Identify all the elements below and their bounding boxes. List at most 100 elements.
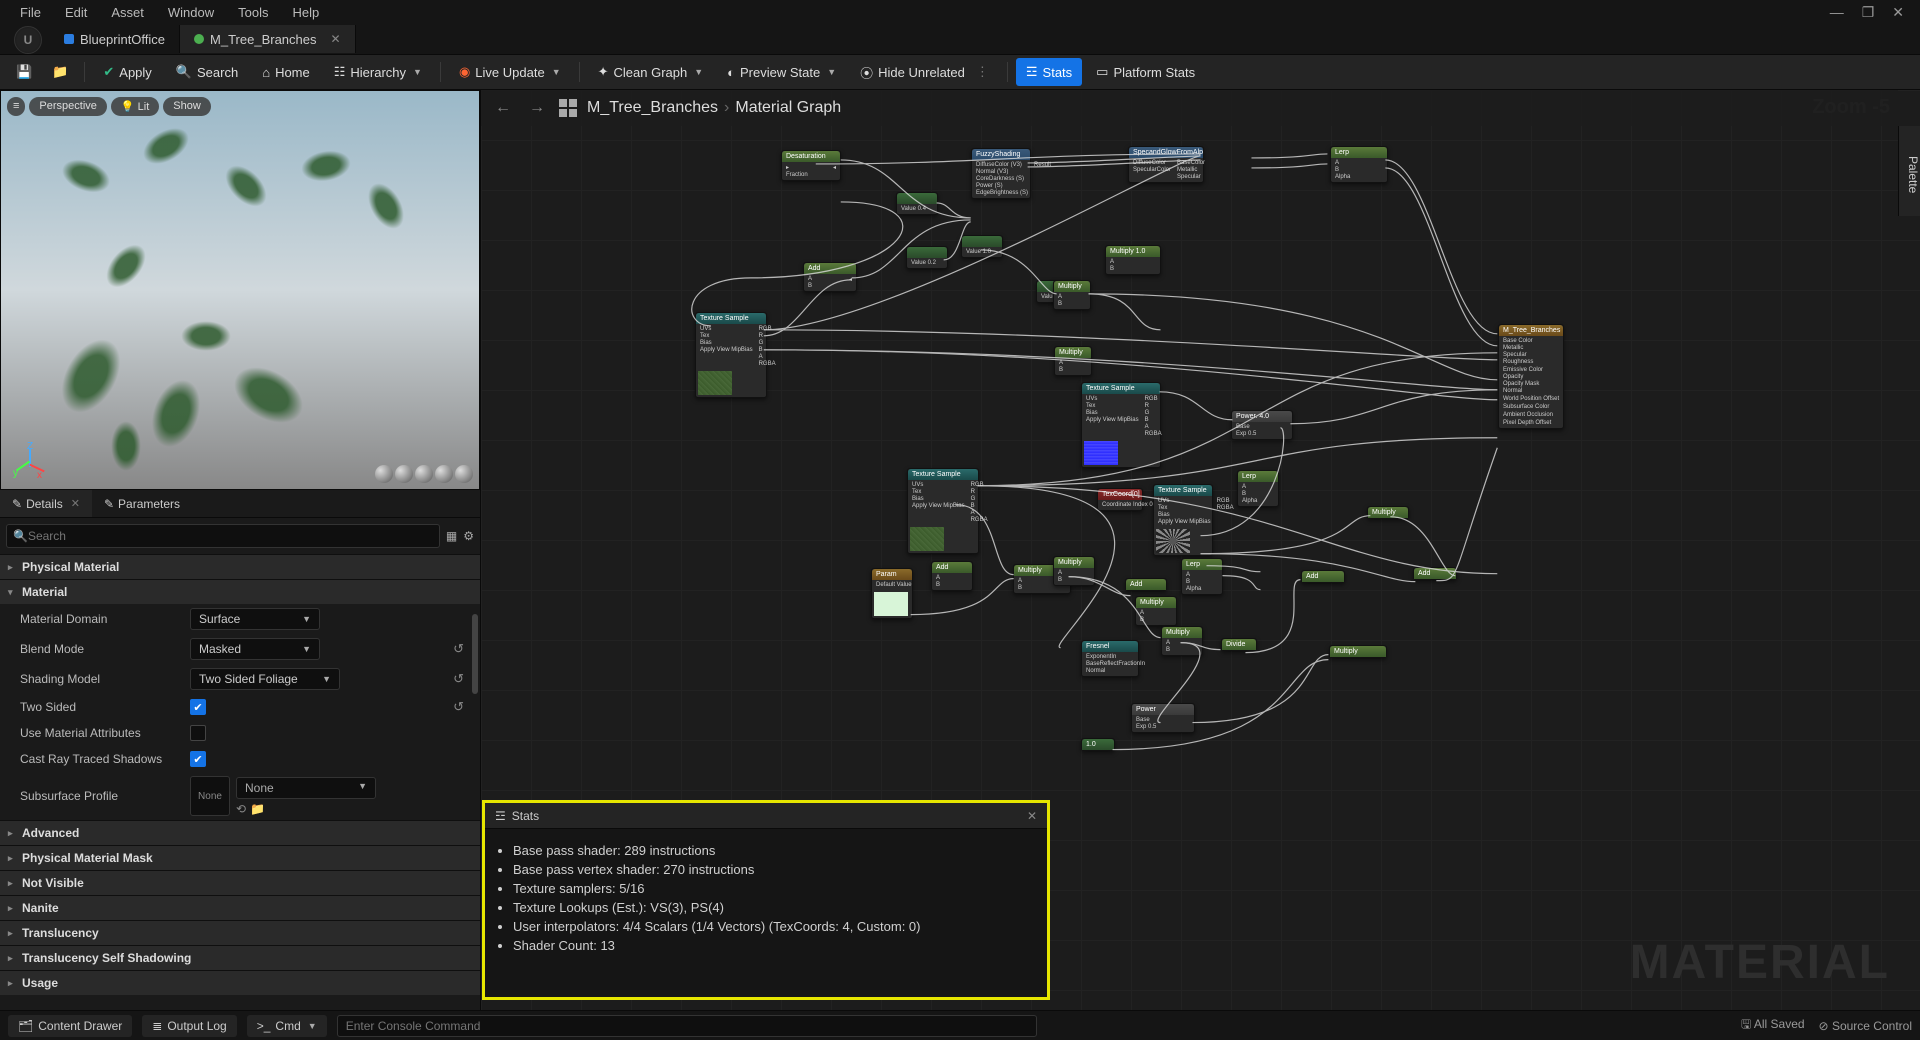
breadcrumb-root[interactable]: M_Tree_Branches [587, 99, 718, 117]
close-icon[interactable]: ✕ [1027, 809, 1037, 823]
grid-view-icon[interactable]: ▦ [446, 529, 457, 543]
node-add-2[interactable]: AddAB [931, 561, 973, 591]
search-button[interactable]: 🔍Search [166, 58, 248, 86]
node-texcoord[interactable]: TexCoord[0]Coordinate Index 0 [1097, 488, 1143, 511]
node-multiply-4[interactable]: MultiplyAB [1053, 556, 1095, 586]
shape-sphere-icon[interactable] [395, 465, 413, 483]
browse-button[interactable]: 📁 [44, 58, 76, 86]
kebab-icon[interactable]: ⋮ [976, 64, 989, 80]
platform-stats-button[interactable]: ▭Platform Stats [1086, 58, 1205, 86]
node-small-c[interactable]: Value 1.0 [961, 235, 1003, 258]
source-control-status[interactable]: ⊘ Source Control [1819, 1019, 1912, 1033]
node-lerp-top[interactable]: LerpABAlpha [1330, 146, 1388, 183]
shape-cube-icon[interactable] [435, 465, 453, 483]
category-translucency[interactable]: ▸Translucency [0, 920, 480, 945]
node-small-b[interactable]: Value 0.2 [906, 246, 948, 269]
node-add-4[interactable]: Add [1301, 570, 1345, 583]
shape-cylinder-icon[interactable] [375, 465, 393, 483]
node-lerp-2[interactable]: LerpABAlpha [1181, 558, 1223, 595]
category-advanced[interactable]: ▸Advanced [0, 820, 480, 845]
node-texture-sample-1[interactable]: Texture Sample UVsTexBiasApply View MipB… [695, 312, 767, 398]
viewport-options-button[interactable]: ≡ [7, 97, 25, 116]
preview-state-button[interactable]: ◐Preview State▼ [717, 58, 846, 86]
category-usage[interactable]: ▸Usage [0, 970, 480, 995]
shading-model-dropdown[interactable]: Two Sided Foliage▼ [190, 668, 340, 690]
node-multiply-ab[interactable]: MultiplyAB [1161, 626, 1203, 656]
node-const[interactable]: 1.0 [1081, 738, 1115, 751]
category-physical-material[interactable]: ▸Physical Material [0, 554, 480, 579]
node-texture-sample-3[interactable]: Texture Sample UVsTexBiasApply View MipB… [907, 468, 979, 554]
menu-help[interactable]: Help [280, 5, 331, 20]
use-mat-attr-checkbox[interactable] [190, 725, 206, 741]
menu-window[interactable]: Window [156, 5, 226, 20]
node-add-3[interactable]: Add [1125, 578, 1167, 591]
apply-button[interactable]: ✔Apply [93, 58, 161, 86]
console-command-input[interactable] [337, 1015, 1037, 1037]
node-power-1[interactable]: Power. 4.0BaseExp 0.5 [1231, 410, 1293, 440]
graph-grid-icon[interactable] [559, 99, 577, 117]
node-lerp-1[interactable]: LerpABAlpha [1237, 470, 1279, 507]
tab-details[interactable]: ✎Details✕ [0, 490, 92, 517]
tab-m-tree-branches[interactable]: M_Tree_Branches ✕ [180, 25, 356, 53]
node-power-2[interactable]: PowerBaseExp 0.5 [1131, 703, 1195, 733]
asset-thumbnail[interactable]: None [190, 776, 230, 816]
node-divide[interactable]: Divide [1221, 638, 1257, 651]
node-texture-sample-2[interactable]: Texture Sample UVsTexBiasApply View MipB… [1081, 382, 1161, 468]
category-material[interactable]: ▾Material [0, 579, 480, 604]
window-minimize-icon[interactable]: — [1830, 4, 1844, 21]
node-fuzzy-shading[interactable]: FuzzyShading DiffuseColor (V3) Normal (V… [971, 148, 1031, 199]
node-desaturate[interactable]: Desaturation ▸Fraction◂ [781, 150, 841, 181]
clean-graph-button[interactable]: ✦Clean Graph▼ [588, 58, 714, 86]
blend-mode-dropdown[interactable]: Masked▼ [190, 638, 320, 660]
category-physical-material-mask[interactable]: ▸Physical Material Mask [0, 845, 480, 870]
node-multiply-5[interactable]: MultiplyAB [1135, 596, 1177, 626]
stats-button[interactable]: ☲Stats [1016, 58, 1082, 86]
cast-rts-checkbox[interactable]: ✔ [190, 751, 206, 767]
reset-to-default-icon[interactable]: ↺ [453, 641, 472, 657]
category-translucency-self-shadowing[interactable]: ▸Translucency Self Shadowing [0, 945, 480, 970]
hierarchy-button[interactable]: ☷Hierarchy▼ [324, 58, 432, 86]
home-button[interactable]: ⌂Home [252, 58, 320, 86]
live-update-button[interactable]: ◉Live Update▼ [449, 58, 571, 86]
shape-plane-icon[interactable] [415, 465, 433, 483]
node-small-a[interactable]: Value 0.4 [896, 192, 938, 215]
menu-asset[interactable]: Asset [99, 5, 156, 20]
reset-to-default-icon[interactable]: ↺ [453, 671, 472, 687]
menu-edit[interactable]: Edit [53, 5, 99, 20]
subsurface-asset-dropdown[interactable]: None▼ [236, 777, 376, 799]
node-multiply-top[interactable]: Multiply 1.0AB [1105, 245, 1161, 275]
menu-file[interactable]: File [8, 5, 53, 20]
node-spec-glow[interactable]: SpecandGlowFromAlpha DiffuseColor Specul… [1128, 146, 1204, 183]
node-texture-sample-4[interactable]: Texture Sample UVsTexBiasApply View MipB… [1153, 484, 1213, 556]
hide-unrelated-button[interactable]: ⦿Hide Unrelated⋮ [850, 58, 999, 86]
browse-asset-icon[interactable]: 📁 [250, 802, 265, 816]
node-material-output[interactable]: M_Tree_Branches Base Color Metallic Spec… [1498, 324, 1564, 429]
preview-shape-buttons[interactable] [375, 465, 473, 483]
shape-custom-icon[interactable] [455, 465, 473, 483]
node-add-1[interactable]: AddAB◂ [803, 262, 857, 292]
tab-parameters[interactable]: ✎Parameters [92, 490, 192, 517]
save-button[interactable]: 💾 [8, 58, 40, 86]
category-nanite[interactable]: ▸Nanite [0, 895, 480, 920]
cmd-dropdown[interactable]: >_Cmd▼ [247, 1015, 327, 1037]
palette-tab[interactable]: Palette [1898, 126, 1920, 216]
settings-icon[interactable]: ⚙ [463, 529, 474, 543]
menu-tools[interactable]: Tools [226, 5, 280, 20]
node-multiply-6[interactable]: Multiply [1367, 506, 1409, 519]
node-default-value[interactable]: ParamDefault Value [871, 568, 913, 619]
use-selected-icon[interactable]: ⟲ [236, 802, 246, 816]
node-multiply-7[interactable]: Multiply [1329, 645, 1387, 658]
output-log-button[interactable]: ≣Output Log [142, 1015, 236, 1037]
viewport-lighting-button[interactable]: 💡 Lit [111, 97, 159, 116]
node-multiply-1[interactable]: MultiplyAB [1053, 280, 1091, 310]
material-domain-dropdown[interactable]: Surface▼ [190, 608, 320, 630]
close-tab-icon[interactable]: ✕ [331, 32, 341, 46]
content-drawer-button[interactable]: 🗂Content Drawer [8, 1015, 132, 1037]
nav-forward-icon[interactable]: → [525, 99, 549, 117]
window-close-icon[interactable]: ✕ [1892, 4, 1904, 21]
nav-back-icon[interactable]: ← [491, 99, 515, 117]
node-fresnel[interactable]: Fresnel ExponentInBaseReflectFractionInN… [1081, 640, 1139, 677]
node-multiply-2[interactable]: MultiplyAB [1054, 346, 1092, 376]
details-search-input[interactable]: 🔍 [6, 524, 440, 548]
reset-to-default-icon[interactable]: ↺ [453, 699, 472, 715]
